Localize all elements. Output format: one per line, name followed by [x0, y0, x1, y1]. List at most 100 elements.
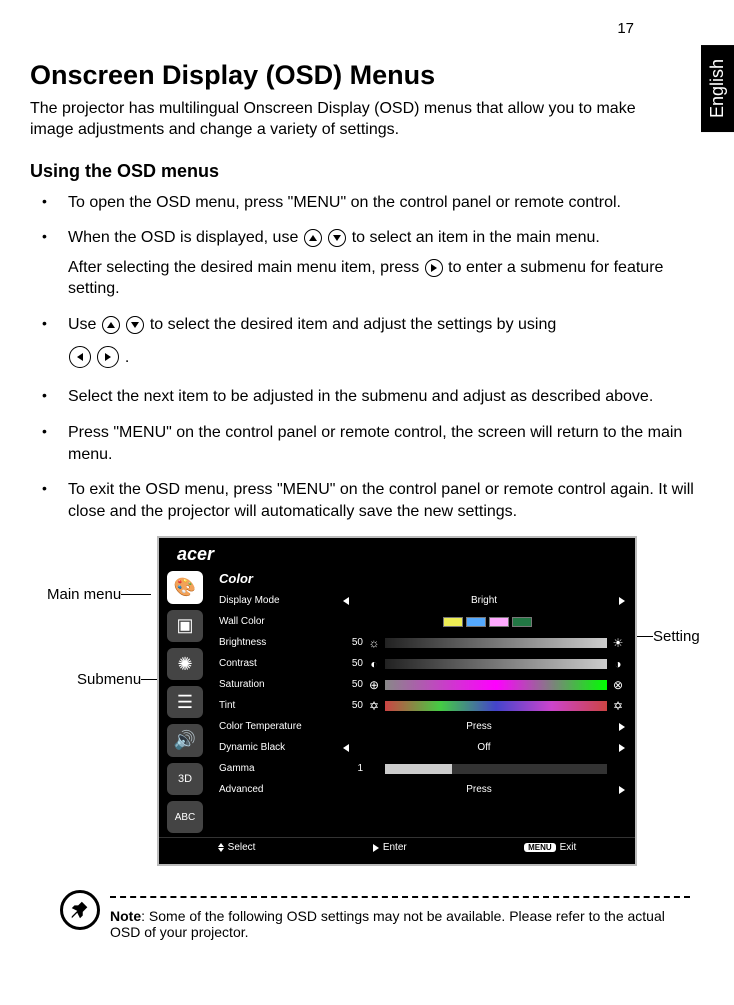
text-fragment: After selecting the desired main menu it… [68, 259, 424, 276]
osd-main-panel: Color Display Mode Bright Wall Color [213, 567, 635, 837]
bullet-list: To open the OSD menu, press "MENU" on th… [30, 192, 704, 523]
image-icon: ▣ [167, 610, 203, 642]
text-fragment: to select an item in the main menu. [352, 229, 600, 246]
osd-row-value: Press [343, 721, 615, 732]
text-fragment: . [125, 349, 129, 366]
osd-row-label: Display Mode [219, 595, 339, 606]
osd-footer: Select Enter MENU Exit [159, 837, 635, 857]
osd-row-value: Press [343, 784, 615, 795]
tint-high-icon: ✡ [611, 699, 625, 713]
callout-label: Setting [653, 628, 700, 645]
osd-row-contrast: Contrast 50 ◐ ◑ [219, 653, 625, 674]
callout-label: Submenu [77, 671, 141, 688]
osd-row-value: 50 [343, 679, 363, 690]
osd-row-label: Advanced [219, 784, 339, 795]
osd-row-display-mode: Display Mode Bright [219, 590, 625, 611]
osd-row-value: Off [353, 742, 615, 753]
slider [385, 701, 607, 711]
contrast-low-icon: ◐ [367, 657, 381, 671]
right-arrow-icon [425, 259, 443, 277]
osd-row-gamma: Gamma 1 [219, 758, 625, 779]
footer-select: Select [218, 842, 256, 853]
intro-text: The projector has multilingual Onscreen … [30, 99, 670, 141]
slider [385, 764, 607, 774]
brand-logo: acer [159, 538, 635, 567]
slider [385, 680, 607, 690]
osd-row-value: 50 [343, 637, 363, 648]
tint-low-icon: ✡ [367, 699, 381, 713]
right-arrow-icon [619, 597, 625, 605]
osd-row-value: 1 [343, 763, 363, 774]
footer-label: Enter [383, 842, 407, 853]
osd-row-advanced: Advanced Press [219, 779, 625, 800]
right-arrow-icon [619, 786, 625, 794]
contrast-high-icon: ◑ [611, 657, 625, 671]
note-label: Note [110, 908, 141, 924]
color-swatches [367, 617, 607, 627]
osd-row-label: Brightness [219, 637, 339, 648]
callout-label: Main menu [47, 586, 121, 603]
language-icon: ABC [167, 801, 203, 833]
osd-row-label: Wall Color [219, 616, 339, 627]
osd-screenshot: acer 🎨 ▣ ✺ ☰ 🔊 3D ABC Color Display Mode [157, 536, 637, 866]
note-text: Note: Some of the following OSD settings… [110, 896, 690, 940]
audio-icon: 🔊 [167, 724, 203, 756]
osd-row-value: Bright [353, 595, 615, 606]
osd-row-wall-color: Wall Color [219, 611, 625, 632]
footer-exit: MENU Exit [524, 842, 576, 853]
text-fragment: to select the desired item and adjust th… [150, 316, 556, 333]
management-icon: ☰ [167, 686, 203, 718]
osd-row-color-temp: Color Temperature Press [219, 716, 625, 737]
threed-icon: 3D [167, 763, 203, 795]
saturation-low-icon: ⊕ [367, 678, 381, 692]
footer-label: Exit [560, 842, 577, 853]
pin-icon [60, 890, 100, 930]
menu-badge: MENU [524, 843, 556, 852]
page-title: Onscreen Display (OSD) Menus [30, 60, 704, 91]
osd-row-label: Tint [219, 700, 339, 711]
page-number: 17 [617, 20, 634, 37]
slider [385, 638, 607, 648]
section-heading: Using the OSD menus [30, 161, 704, 182]
callout-setting: Setting [633, 628, 700, 645]
left-arrow-icon [343, 597, 349, 605]
down-arrow-icon [328, 229, 346, 247]
osd-row-label: Dynamic Black [219, 742, 339, 753]
osd-row-brightness: Brightness 50 ☼ ☀ [219, 632, 625, 653]
callout-main-menu: Main menu [47, 586, 151, 603]
right-arrow-icon [619, 723, 625, 731]
note-body: : Some of the following OSD settings may… [110, 908, 665, 940]
divider [110, 896, 690, 898]
sun-bright-icon: ☀ [611, 636, 625, 650]
osd-sidebar: 🎨 ▣ ✺ ☰ 🔊 3D ABC [159, 567, 213, 837]
osd-row-tint: Tint 50 ✡ ✡ [219, 695, 625, 716]
osd-row-saturation: Saturation 50 ⊕ ⊗ [219, 674, 625, 695]
footer-label: Select [228, 842, 256, 853]
saturation-high-icon: ⊗ [611, 678, 625, 692]
osd-row-dynamic-black: Dynamic Black Off [219, 737, 625, 758]
osd-row-value: 50 [343, 700, 363, 711]
slider [385, 659, 607, 669]
osd-row-label: Contrast [219, 658, 339, 669]
text-fragment: Use [68, 316, 101, 333]
up-arrow-icon [304, 229, 322, 247]
bullet-item-5: Press "MENU" on the control panel or rem… [58, 422, 698, 465]
osd-panel-title: Color [219, 571, 253, 586]
language-tab: English [701, 45, 734, 132]
footer-enter: Enter [373, 842, 407, 853]
left-arrow-icon [343, 744, 349, 752]
left-arrow-icon [69, 346, 91, 368]
bullet-item-1: To open the OSD menu, press "MENU" on th… [58, 192, 698, 214]
text-fragment: When the OSD is displayed, use [68, 229, 303, 246]
bullet-item-4: Select the next item to be adjusted in t… [58, 386, 698, 408]
bullet-item-6: To exit the OSD menu, press "MENU" on th… [58, 479, 698, 522]
right-arrow-icon [97, 346, 119, 368]
down-arrow-icon [126, 316, 144, 334]
palette-icon: 🎨 [167, 571, 203, 603]
bullet-item-3: Use to select the desired item and adjus… [58, 314, 698, 372]
osd-row-label: Color Temperature [219, 721, 339, 732]
bullet-item-2: When the OSD is displayed, use to select… [58, 227, 698, 300]
right-arrow-icon [619, 744, 625, 752]
gear-icon: ✺ [167, 648, 203, 680]
osd-row-value: 50 [343, 658, 363, 669]
